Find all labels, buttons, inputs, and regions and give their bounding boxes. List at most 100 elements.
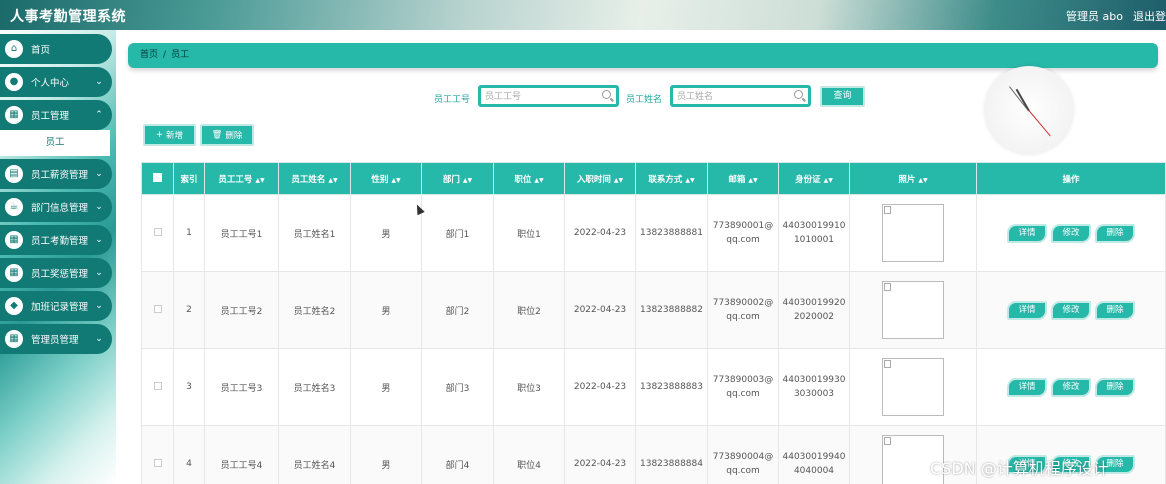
col-header-email[interactable]: 邮箱 ▲▼ xyxy=(707,162,779,195)
emp-no-input[interactable] xyxy=(485,89,597,105)
sort-icon[interactable]: ▲▼ xyxy=(748,177,757,184)
sidebar-item-reward-mgmt[interactable]: ▦ 员工奖惩管理 ⌄ xyxy=(0,258,112,288)
col-header-id-card[interactable]: 身份证 ▲▼ xyxy=(778,162,850,195)
cell-emp-no: 员工工号4 xyxy=(204,425,279,484)
edit-button[interactable]: 修改 xyxy=(1051,377,1091,397)
row-checkbox[interactable] xyxy=(153,381,162,390)
detail-button[interactable]: 详情 xyxy=(1007,377,1047,397)
col-header-emp-name[interactable]: 员工姓名 ▲▼ xyxy=(278,162,351,195)
sidebar-item-employee-mgmt[interactable]: ▦ 员工管理 ⌃ xyxy=(0,100,112,130)
submenu-item-employee[interactable]: 员工 xyxy=(0,130,110,156)
cell-emp-no: 员工工号1 xyxy=(204,194,279,272)
sidebar-item-dept-mgmt[interactable]: ☕ 部门信息管理 ⌄ xyxy=(0,192,112,222)
sort-icon[interactable]: ▲▼ xyxy=(824,177,833,184)
col-header-photo[interactable]: 照片 ▲▼ xyxy=(849,162,977,195)
sort-icon[interactable]: ▲▼ xyxy=(391,177,400,184)
edit-button[interactable]: 修改 xyxy=(1051,300,1091,320)
emp-no-label: 员工工号 xyxy=(434,95,471,105)
cell-actions: 详情 修改 删除 xyxy=(976,194,1166,272)
employee-table: 索引 员工工号 ▲▼ 员工姓名 ▲▼ 性别 ▲▼ 部门 ▲▼ 职位 ▲▼ 入职时间 ▲▼ 联… xyxy=(141,162,1166,484)
photo-image xyxy=(882,204,944,262)
cell-index: 3 xyxy=(173,348,205,426)
col-header-index: 索引 xyxy=(173,162,205,195)
col-header-emp-no[interactable]: 员工工号 ▲▼ xyxy=(204,162,279,195)
row-delete-button[interactable]: 删除 xyxy=(1095,377,1135,397)
col-header-actions: 操作 xyxy=(976,162,1166,195)
cell-photo xyxy=(849,271,977,349)
sidebar-item-attendance-mgmt[interactable]: ▦ 员工考勤管理 ⌄ xyxy=(0,225,112,255)
row-checkbox[interactable] xyxy=(153,304,162,313)
clock-second-hand xyxy=(1028,109,1051,137)
sort-icon[interactable]: ▲▼ xyxy=(918,177,927,184)
sidebar-item-overtime-mgmt[interactable]: ◆ 加班记录管理 ⌄ xyxy=(0,291,112,321)
detail-button[interactable]: 详情 xyxy=(1007,223,1047,243)
col-header-dept[interactable]: 部门 ▲▼ xyxy=(421,162,494,195)
home-icon: ⌂ xyxy=(5,40,23,58)
logout-link[interactable]: 退出登录 xyxy=(1133,8,1166,24)
sort-icon[interactable]: ▲▼ xyxy=(328,177,337,184)
delete-button-label: 删除 xyxy=(225,131,243,141)
row-select-cell[interactable] xyxy=(141,425,174,484)
sort-icon[interactable]: ▲▼ xyxy=(685,177,694,184)
row-checkbox[interactable] xyxy=(153,458,162,467)
cell-dept: 部门2 xyxy=(421,271,494,349)
sidebar: ⌂ 首页 ● 个人中心 ⌄ ▦ 员工管理 ⌃ 员工 ▤ 员工薪资管理 ⌄ ☕ 部… xyxy=(0,30,116,484)
cell-id-card: 44030019940 4040004 xyxy=(778,425,850,484)
col-header-gender[interactable]: 性别 ▲▼ xyxy=(350,162,422,195)
search-icon xyxy=(794,90,803,99)
row-select-cell[interactable] xyxy=(141,271,174,349)
delete-button[interactable]: 🗑 删除 xyxy=(200,124,254,146)
add-button[interactable]: + 新增 xyxy=(143,124,196,146)
sidebar-item-home[interactable]: ⌂ 首页 xyxy=(0,34,112,64)
col-header-position[interactable]: 职位 ▲▼ xyxy=(493,162,565,195)
row-delete-button[interactable]: 删除 xyxy=(1095,300,1135,320)
email-line-2: qq.com xyxy=(726,389,760,399)
id-line-1: 44030019940 xyxy=(782,452,846,462)
row-select-cell[interactable] xyxy=(141,348,174,426)
row-delete-button[interactable]: 删除 xyxy=(1095,223,1135,243)
cell-photo xyxy=(849,348,977,426)
sidebar-item-admin-mgmt[interactable]: ▦ 管理员管理 ⌄ xyxy=(0,324,112,354)
chevron-down-icon: ⌄ xyxy=(95,202,103,212)
sort-icon[interactable]: ▲▼ xyxy=(463,177,472,184)
detail-button[interactable]: 详情 xyxy=(1007,300,1047,320)
cell-emp-no: 员工工号3 xyxy=(204,348,279,426)
cell-dept: 部门4 xyxy=(421,425,494,484)
cell-emp-name: 员工姓名2 xyxy=(278,271,351,349)
email-line-1: 773890001@ xyxy=(712,221,774,231)
sidebar-item-salary-mgmt[interactable]: ▤ 员工薪资管理 ⌄ xyxy=(0,159,112,189)
select-all-checkbox[interactable] xyxy=(153,172,162,182)
cell-dept: 部门3 xyxy=(421,348,494,426)
emp-name-input[interactable] xyxy=(677,89,789,105)
clock-minute-hand xyxy=(1009,86,1029,112)
emp-name-search xyxy=(670,85,811,107)
sort-icon[interactable]: ▲▼ xyxy=(255,177,264,184)
emp-name-label: 员工姓名 xyxy=(626,95,663,105)
sort-icon[interactable]: ▲▼ xyxy=(534,177,543,184)
select-all-header[interactable] xyxy=(141,162,174,195)
cell-email: 773890002@ qq.com xyxy=(707,271,779,349)
sort-icon[interactable]: ▲▼ xyxy=(614,177,623,184)
plus-icon: + xyxy=(155,130,164,140)
cell-emp-name: 员工姓名4 xyxy=(278,425,351,484)
sidebar-item-personal-center[interactable]: ● 个人中心 ⌄ xyxy=(0,67,112,97)
sidebar-item-label: 部门信息管理 xyxy=(31,203,89,214)
shield-icon: ◆ xyxy=(5,297,23,315)
edit-button[interactable]: 修改 xyxy=(1051,223,1091,243)
chevron-down-icon: ⌄ xyxy=(95,77,103,87)
grid-icon: ▦ xyxy=(5,264,23,282)
id-line-1: 44030019930 xyxy=(782,375,846,385)
row-select-cell[interactable] xyxy=(141,194,174,272)
cell-hire-date: 2022-04-23 xyxy=(564,194,636,272)
col-header-phone[interactable]: 联系方式 ▲▼ xyxy=(635,162,708,195)
breadcrumb-home[interactable]: 首页 xyxy=(140,50,158,60)
sidebar-item-label: 管理员管理 xyxy=(31,335,79,346)
sidebar-item-label: 员工考勤管理 xyxy=(31,236,89,247)
sidebar-item-label: 员工薪资管理 xyxy=(31,170,89,181)
email-line-1: 773890004@ xyxy=(712,452,774,462)
row-checkbox[interactable] xyxy=(153,227,162,236)
query-button[interactable]: 查询 xyxy=(820,86,865,107)
grid-icon: ▦ xyxy=(5,231,23,249)
col-header-hire-date[interactable]: 入职时间 ▲▼ xyxy=(564,162,636,195)
search-icon xyxy=(602,90,611,99)
